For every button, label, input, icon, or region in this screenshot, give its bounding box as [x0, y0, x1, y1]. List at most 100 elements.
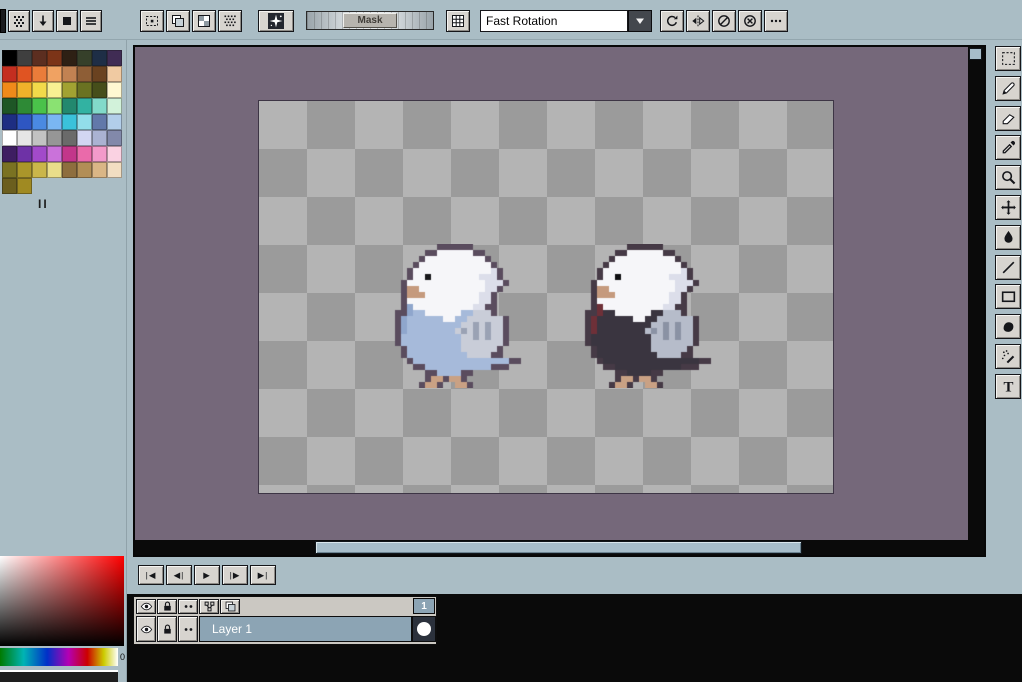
- palette-swatch[interactable]: [17, 50, 32, 66]
- eyedropper-tool[interactable]: [995, 135, 1021, 160]
- down-arrow-button[interactable]: [32, 10, 54, 32]
- flip-horizontal-button[interactable]: [686, 10, 710, 32]
- hue-gradient-bar[interactable]: [0, 648, 118, 666]
- grid-toggle-button[interactable]: [446, 10, 470, 32]
- palette-swatch[interactable]: [47, 98, 62, 114]
- palette-swatch[interactable]: [77, 82, 92, 98]
- palette-swatch[interactable]: [32, 130, 47, 146]
- palette-swatch[interactable]: [107, 82, 122, 98]
- palette-swatch[interactable]: [62, 162, 77, 178]
- palette-swatch[interactable]: [92, 98, 107, 114]
- vertical-scrollbar[interactable]: [968, 47, 984, 540]
- saturation-value-picker[interactable]: [0, 556, 124, 646]
- vertical-scroll-thumb[interactable]: [969, 48, 982, 60]
- layer-lock-toggle[interactable]: [157, 616, 177, 642]
- palette-swatch[interactable]: [107, 98, 122, 114]
- selection-options-button[interactable]: [140, 10, 164, 32]
- dither-pattern-button[interactable]: [218, 10, 242, 32]
- text-tool[interactable]: T: [995, 374, 1021, 399]
- airbrush-tool[interactable]: [995, 344, 1021, 369]
- palette-swatch[interactable]: [77, 130, 92, 146]
- toggle-visibility-button[interactable]: [136, 599, 156, 614]
- palette-swatch[interactable]: [77, 162, 92, 178]
- toggle-lock-button[interactable]: [157, 599, 177, 614]
- play-button[interactable]: ▶: [194, 565, 220, 585]
- palette-swatch[interactable]: [32, 66, 47, 82]
- rectangle-tool[interactable]: [995, 284, 1021, 309]
- palette-swatch[interactable]: [17, 130, 32, 146]
- fill-tool[interactable]: [995, 225, 1021, 250]
- disable-button[interactable]: [712, 10, 736, 32]
- brush-tool[interactable]: [995, 314, 1021, 339]
- gradient-bar[interactable]: [0, 670, 118, 682]
- palette-swatch[interactable]: [107, 50, 122, 66]
- next-frame-button[interactable]: |▶: [222, 565, 248, 585]
- toolbar-handle[interactable]: [0, 9, 6, 33]
- mask-slider[interactable]: Mask: [306, 11, 434, 30]
- paste-button[interactable]: [192, 10, 216, 32]
- prev-frame-button[interactable]: ◀|: [166, 565, 192, 585]
- select-tool[interactable]: [995, 46, 1021, 71]
- layer-row[interactable]: Layer 1: [199, 616, 412, 642]
- rotate-button[interactable]: [660, 10, 684, 32]
- palette-swatch[interactable]: [17, 66, 32, 82]
- palette-swatch[interactable]: [92, 50, 107, 66]
- zoom-tool[interactable]: [995, 165, 1021, 190]
- stop-button[interactable]: [56, 10, 78, 32]
- frame-tab[interactable]: 1: [413, 598, 435, 614]
- palette-swatch[interactable]: [2, 146, 17, 162]
- palette-swatch[interactable]: [62, 50, 77, 66]
- palette-swatch[interactable]: [47, 66, 62, 82]
- palette-swatch[interactable]: [62, 146, 77, 162]
- palette-swatch[interactable]: [2, 114, 17, 130]
- layer-onion-toggle[interactable]: [178, 616, 198, 642]
- palette-swatch[interactable]: [17, 114, 32, 130]
- palette-swatch[interactable]: [47, 146, 62, 162]
- palette-swatch[interactable]: [92, 82, 107, 98]
- horizontal-scroll-thumb[interactable]: [315, 541, 802, 554]
- first-frame-button[interactable]: |◀: [138, 565, 164, 585]
- artboard[interactable]: [258, 100, 834, 494]
- rotation-dropdown-button[interactable]: [628, 10, 652, 32]
- more-options-button[interactable]: [764, 10, 788, 32]
- palette-swatch[interactable]: [62, 114, 77, 130]
- palette-swatch[interactable]: [17, 82, 32, 98]
- palette-swatch[interactable]: [107, 66, 122, 82]
- palette-swatch[interactable]: [17, 146, 32, 162]
- horizontal-scrollbar[interactable]: [135, 540, 968, 555]
- palette-swatch[interactable]: [107, 146, 122, 162]
- palette-swatch[interactable]: [77, 114, 92, 130]
- onion-skin-button[interactable]: [178, 599, 198, 614]
- palette-swatch[interactable]: [77, 66, 92, 82]
- palette-swatch[interactable]: [62, 98, 77, 114]
- palette-swatch[interactable]: [2, 130, 17, 146]
- palette-swatch[interactable]: [32, 98, 47, 114]
- palette-swatch[interactable]: [62, 130, 77, 146]
- palette-swatch[interactable]: [92, 114, 107, 130]
- mask-slider-thumb[interactable]: Mask: [343, 13, 397, 28]
- layer-visible-toggle[interactable]: [136, 616, 156, 642]
- palette-swatch[interactable]: [32, 146, 47, 162]
- palette-swatch[interactable]: [2, 50, 17, 66]
- palette-swatch[interactable]: [62, 66, 77, 82]
- palette-swatch[interactable]: [77, 98, 92, 114]
- palette-swatch[interactable]: [47, 162, 62, 178]
- pencil-tool[interactable]: [995, 76, 1021, 101]
- palette-swatch[interactable]: [92, 66, 107, 82]
- link-layers-button[interactable]: [199, 599, 219, 614]
- copy-button[interactable]: [166, 10, 190, 32]
- palette-swatch[interactable]: [47, 130, 62, 146]
- menu-button[interactable]: [80, 10, 102, 32]
- palette-swatch[interactable]: [107, 114, 122, 130]
- palette-swatch[interactable]: [32, 82, 47, 98]
- palette-swatch[interactable]: [47, 82, 62, 98]
- last-frame-button[interactable]: ▶|: [250, 565, 276, 585]
- palette-swatch[interactable]: [2, 98, 17, 114]
- palette-swatch[interactable]: [17, 98, 32, 114]
- palette-swatch[interactable]: [32, 114, 47, 130]
- eraser-tool[interactable]: [995, 106, 1021, 131]
- palette-swatch[interactable]: [92, 146, 107, 162]
- palette-swatch[interactable]: [32, 162, 47, 178]
- palette-swatch[interactable]: [62, 82, 77, 98]
- palette-swatch[interactable]: [2, 66, 17, 82]
